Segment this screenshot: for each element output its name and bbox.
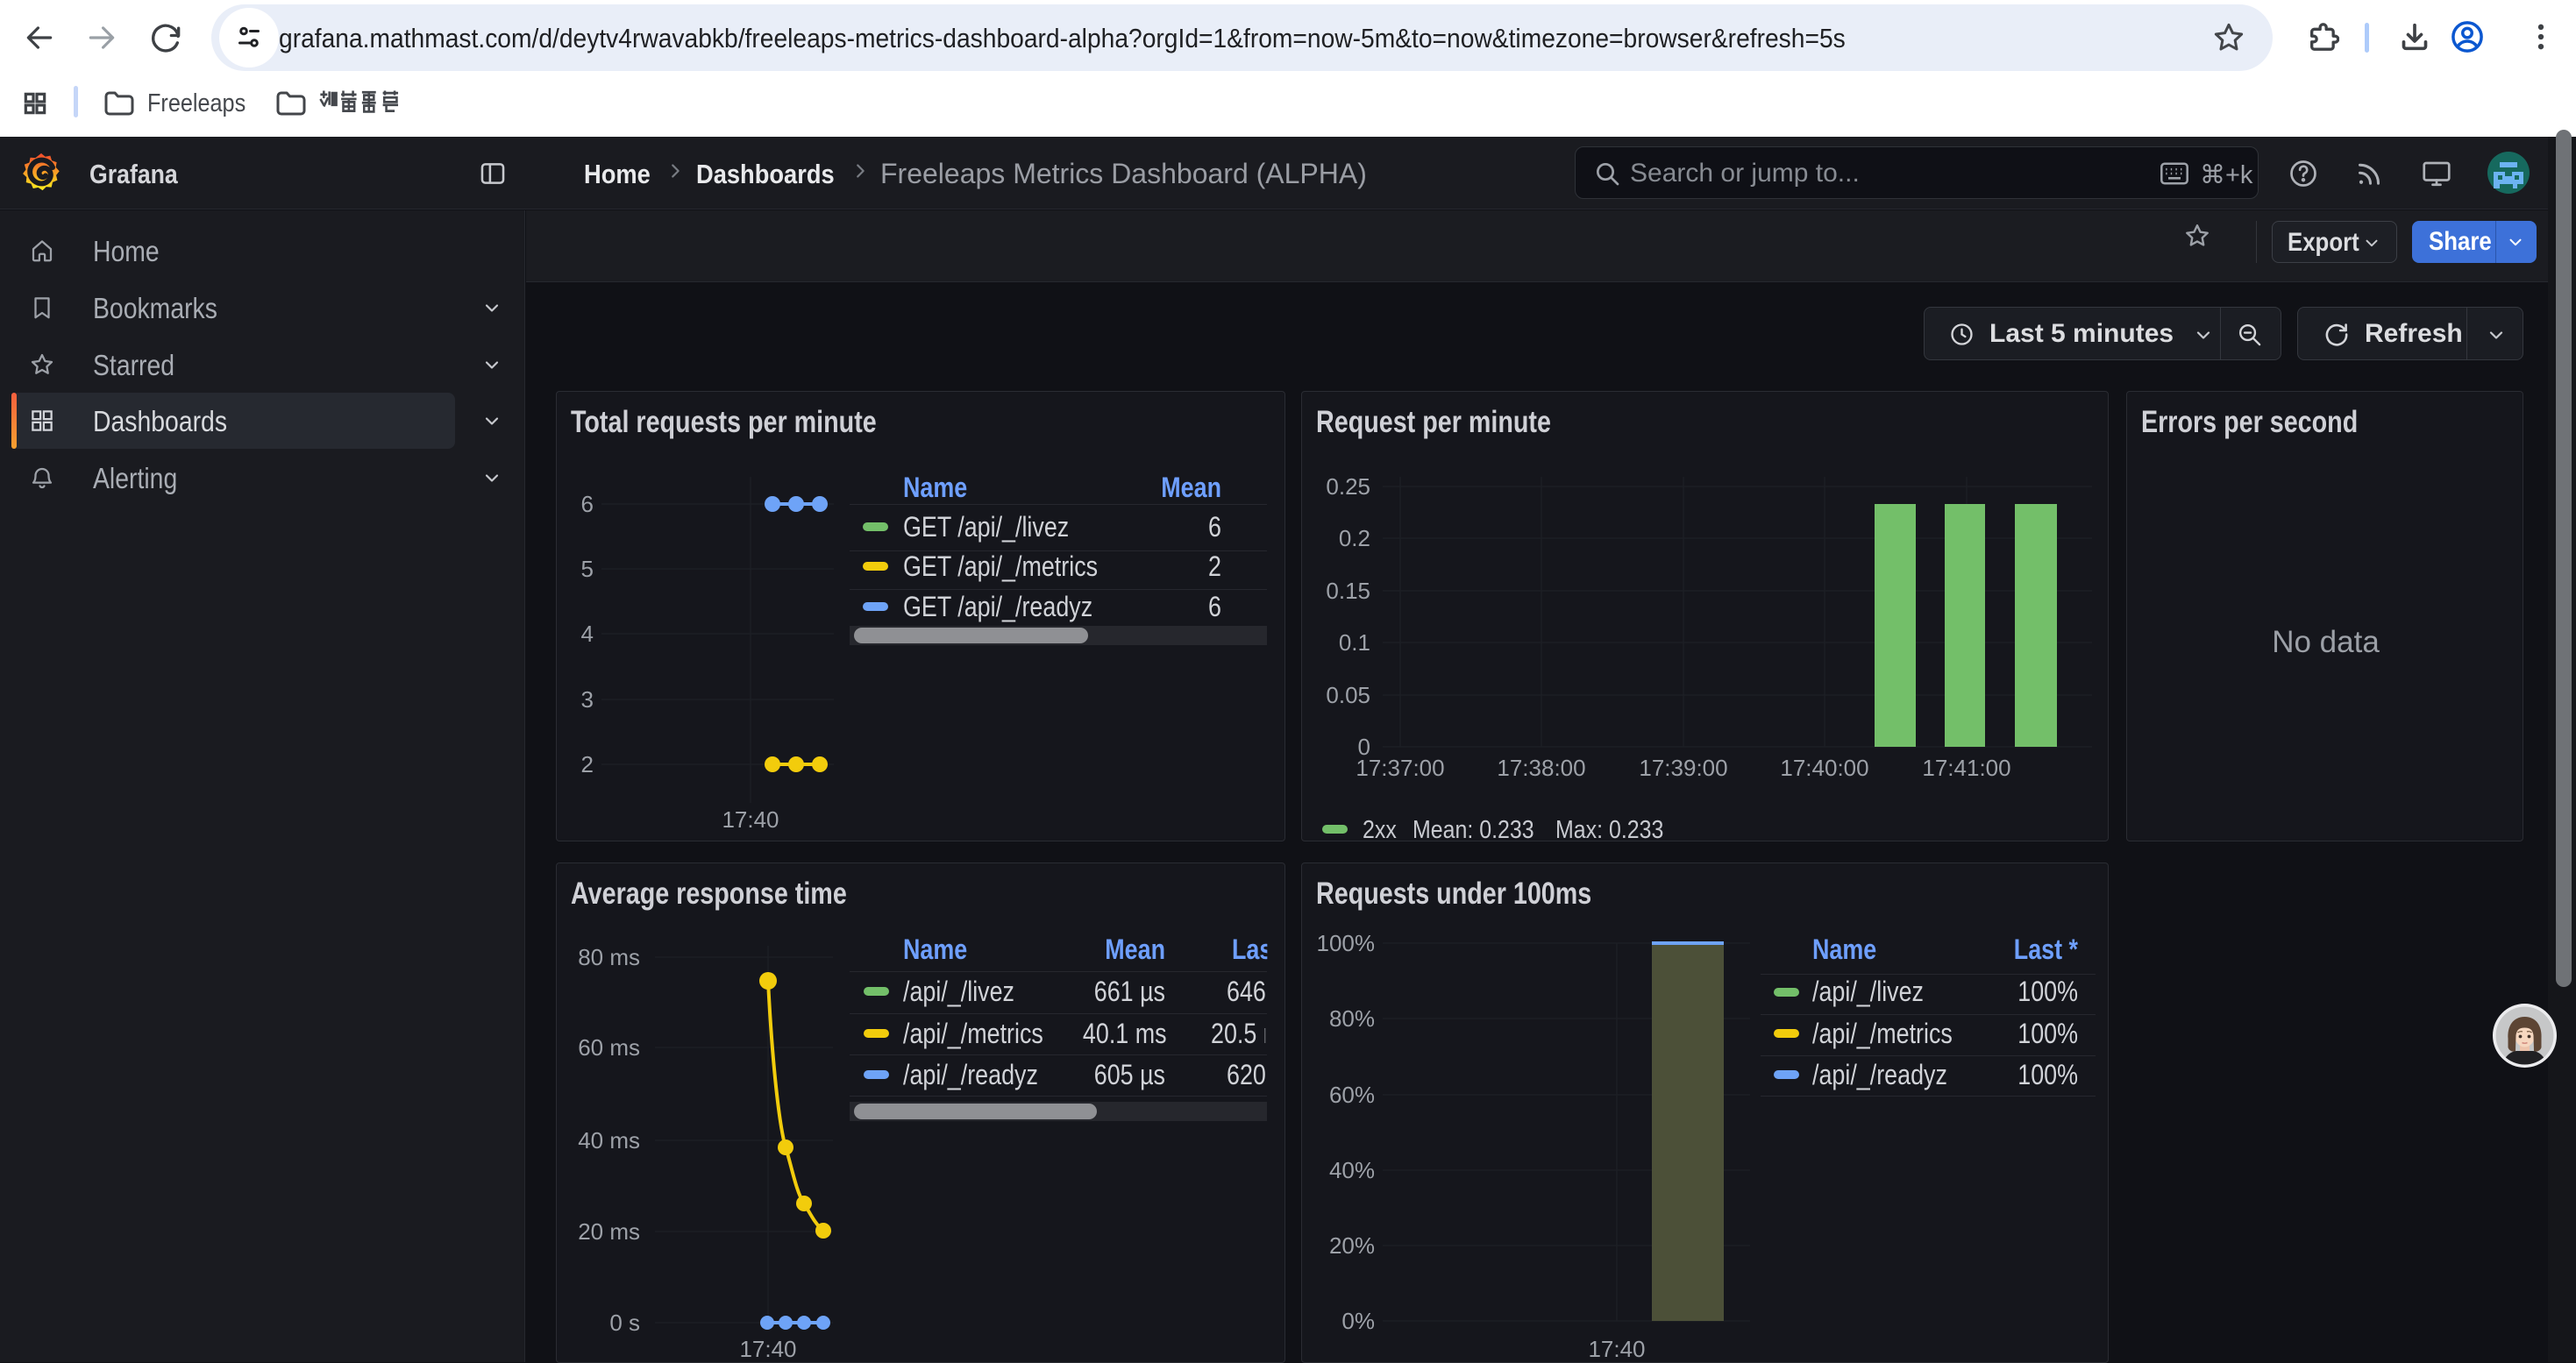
svg-text:40%: 40% — [1329, 1157, 1375, 1183]
svg-text:17:41:00: 17:41:00 — [1922, 755, 2010, 781]
svg-text:6: 6 — [581, 491, 594, 517]
svg-text:4: 4 — [581, 621, 594, 647]
svg-text:80%: 80% — [1329, 1005, 1375, 1032]
svg-text:0%: 0% — [1341, 1308, 1375, 1334]
svg-text:100%: 100% — [1317, 930, 1376, 956]
svg-text:0.2: 0.2 — [1339, 525, 1370, 551]
svg-text:17:40: 17:40 — [739, 1336, 796, 1362]
svg-text:80 ms: 80 ms — [578, 944, 640, 970]
svg-text:0.25: 0.25 — [1326, 473, 1370, 500]
svg-text:60%: 60% — [1329, 1082, 1375, 1108]
svg-text:0.05: 0.05 — [1326, 682, 1370, 708]
svg-text:3: 3 — [581, 686, 594, 713]
svg-text:20%: 20% — [1329, 1232, 1375, 1259]
svg-text:5: 5 — [581, 556, 594, 582]
svg-text:20 ms: 20 ms — [578, 1218, 640, 1245]
svg-text:0 s: 0 s — [609, 1310, 640, 1336]
svg-text:17:38:00: 17:38:00 — [1497, 755, 1585, 781]
svg-text:17:40:00: 17:40:00 — [1780, 755, 1868, 781]
svg-text:17:40: 17:40 — [722, 806, 779, 833]
svg-text:17:40: 17:40 — [1588, 1336, 1645, 1362]
svg-text:2: 2 — [581, 751, 594, 777]
svg-text:17:39:00: 17:39:00 — [1639, 755, 1727, 781]
svg-text:40 ms: 40 ms — [578, 1127, 640, 1154]
svg-text:0.15: 0.15 — [1326, 578, 1370, 604]
svg-text:0.1: 0.1 — [1339, 629, 1370, 656]
svg-text:60 ms: 60 ms — [578, 1034, 640, 1061]
svg-text:17:37:00: 17:37:00 — [1356, 755, 1444, 781]
